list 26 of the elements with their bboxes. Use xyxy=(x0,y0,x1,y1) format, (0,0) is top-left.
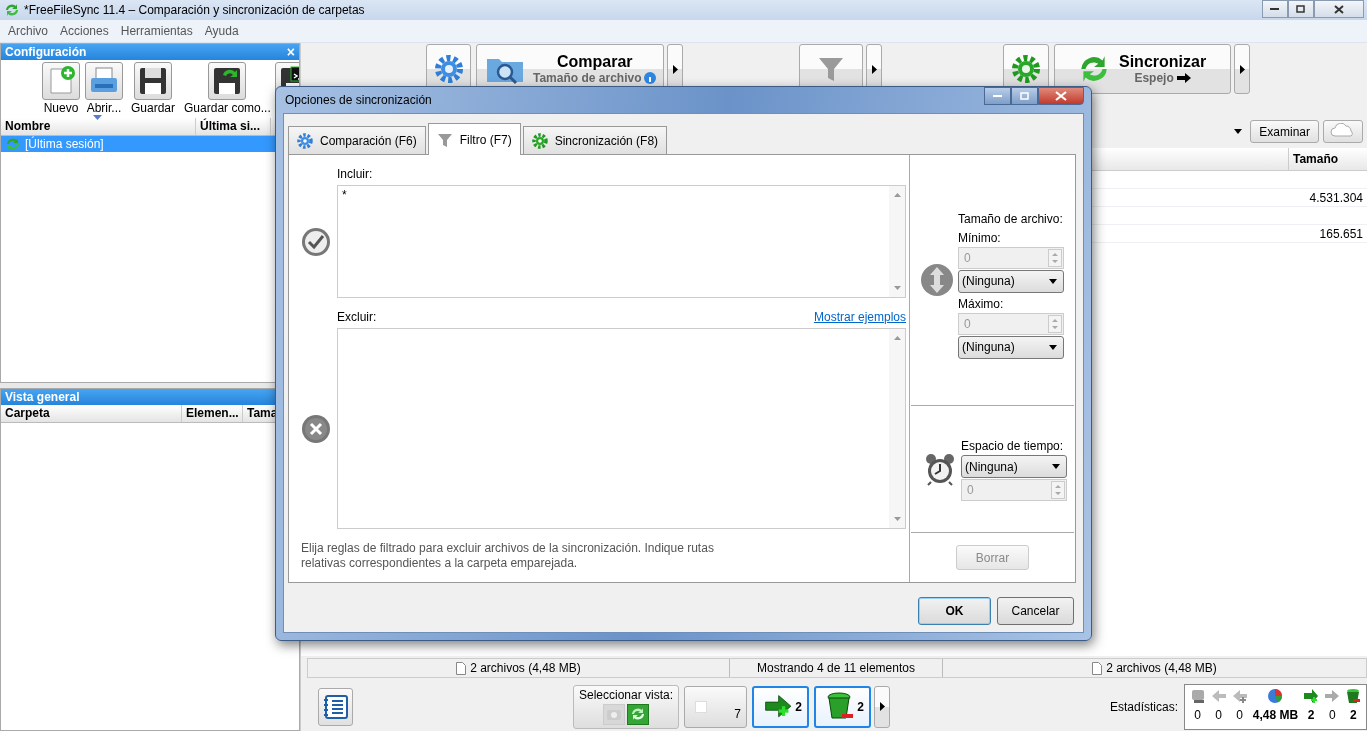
view-label: Seleccionar vista: xyxy=(578,687,673,702)
statistic-value: 2 xyxy=(1307,707,1315,722)
status-text: 2 archivos (4,48 MB) xyxy=(1106,661,1217,675)
statistic-value: 0 xyxy=(1328,707,1336,722)
statistic-value: 4,48 MB xyxy=(1252,707,1299,722)
panel-title: Vista general xyxy=(5,390,80,404)
statistic-value: 0 xyxy=(1194,707,1201,722)
help-text: Elija reglas de filtrado para excluir archivos de la sincronización. Indique rutas relativas correspondientes a la carpeta emparejada. xyxy=(301,541,715,571)
statistic-value: 2 xyxy=(1350,707,1357,722)
status-text: 2 archivos (4,48 MB) xyxy=(470,661,581,675)
statistics-label: Estadísticas: xyxy=(1109,699,1178,714)
size-cell: 4.531.304 xyxy=(1309,190,1363,205)
statistic-value: 0 xyxy=(1215,707,1222,722)
size-cell: 165.651 xyxy=(1319,226,1363,241)
limit-label: Máximo: xyxy=(958,296,1005,311)
include-label: Incluir: xyxy=(337,167,374,183)
exclude-label: Excluir: xyxy=(337,310,377,326)
window-title: *FreeFileSync 11.4 – Comparación y sincronización de carpetas xyxy=(24,3,365,17)
limit-label: Mínimo: xyxy=(958,230,1002,245)
size-label: Tamaño de archivo: xyxy=(958,211,1064,226)
session-name: [Última sesión] xyxy=(25,137,104,151)
panel-title: Configuración xyxy=(5,45,87,59)
statistic-value: 0 xyxy=(1236,707,1244,722)
dialog-title: Opciones de sincronización xyxy=(285,93,432,107)
status-text: Mostrando 4 de 11 elementos xyxy=(757,661,915,675)
time-span-label: Espacio de tiempo: xyxy=(961,439,1065,453)
